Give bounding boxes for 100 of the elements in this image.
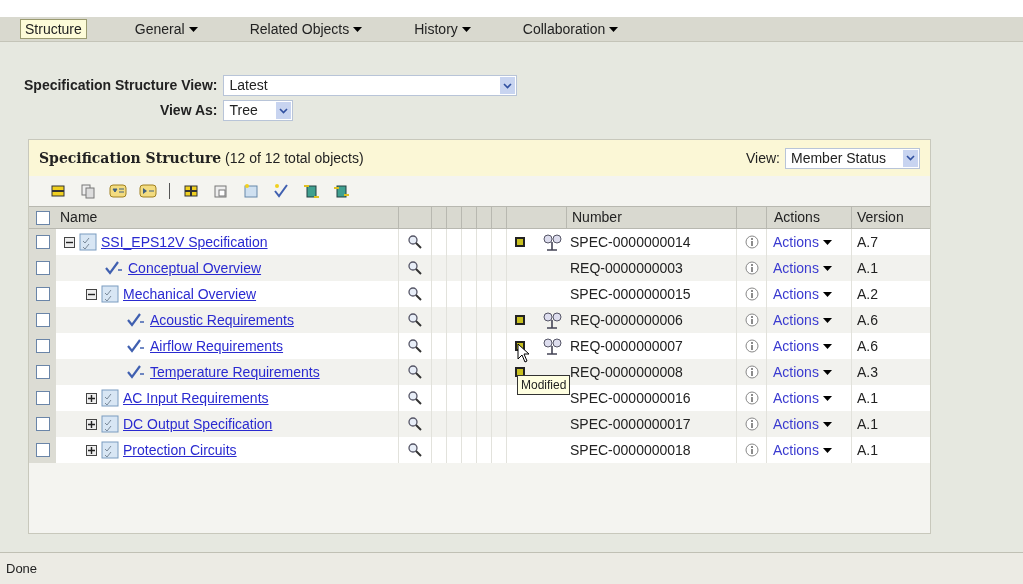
caret-icon: [822, 421, 832, 427]
checkbox[interactable]: [35, 210, 50, 225]
arrows-icon[interactable]: [332, 183, 350, 199]
checkmark-icon: [126, 365, 146, 379]
number-cell-text: SPEC-0000000017: [569, 414, 692, 434]
checkbox[interactable]: [35, 261, 50, 275]
item-link[interactable]: Acoustic Requirements: [150, 309, 294, 331]
caret-icon: [353, 26, 363, 32]
tooltip: Modified: [517, 375, 571, 395]
actions-menu[interactable]: Actions: [766, 437, 851, 463]
collapse-icon[interactable]: [49, 183, 67, 199]
item-link[interactable]: Temperature Requirements: [150, 361, 320, 383]
column-header: Version: [851, 207, 929, 228]
caret-icon: [822, 343, 832, 349]
checkmark-icon[interactable]: [272, 183, 290, 199]
info-icon[interactable]: [744, 261, 759, 275]
member-status-select[interactable]: Member Status: [785, 147, 920, 169]
magnifier-icon[interactable]: [407, 312, 423, 328]
number-cell-text: SPEC-0000000015: [569, 284, 692, 304]
number-cell-text: REQ-0000000006: [569, 310, 684, 330]
column-header: Actions: [766, 207, 851, 228]
item-link[interactable]: SSI_EPS12V Specification: [101, 231, 268, 253]
paste-icon[interactable]: [212, 183, 230, 199]
number-cell-text: REQ-0000000008: [569, 362, 684, 382]
magnifier-icon[interactable]: [407, 286, 423, 302]
magnifier-icon[interactable]: [407, 260, 423, 276]
info-icon[interactable]: [744, 235, 759, 249]
magnifier-icon[interactable]: [407, 364, 423, 380]
column-header: Number: [566, 207, 736, 228]
caret-icon: [822, 239, 832, 245]
magnifier-icon[interactable]: [407, 442, 423, 458]
panel-title: Specification Structure (12 of 12 total objects): [39, 148, 364, 168]
tree-icon[interactable]: [541, 310, 565, 330]
magnifier-icon[interactable]: [407, 390, 423, 406]
number-cell-text: SPEC-0000000014: [569, 232, 692, 252]
magnifier-icon[interactable]: [407, 416, 423, 432]
collapse-icon[interactable]: [64, 236, 75, 248]
view-as-select[interactable]: Tree: [223, 100, 294, 121]
version-cell: A.1: [851, 437, 929, 463]
tree-icon[interactable]: [541, 232, 565, 252]
document-icon: [101, 441, 119, 459]
checkbox[interactable]: [35, 365, 50, 379]
checkbox[interactable]: [35, 287, 50, 301]
document-icon: [79, 233, 97, 251]
info-icon[interactable]: [744, 391, 759, 405]
expand-icon[interactable]: [86, 444, 97, 456]
view-select[interactable]: Latest: [223, 75, 518, 96]
item-link[interactable]: AC Input Requirements: [123, 387, 269, 409]
status-text: Done: [6, 559, 38, 578]
number-cell-text: SPEC-0000000016: [569, 388, 692, 408]
arrows-icon[interactable]: [302, 183, 320, 199]
number-cell-text: REQ-0000000003: [569, 258, 684, 278]
item-link[interactable]: Protection Circuits: [123, 439, 237, 461]
checkmark-icon: [104, 261, 124, 275]
menu-item[interactable]: Structure: [20, 19, 87, 39]
item-link[interactable]: DC Output Specification: [123, 413, 273, 435]
modified-status-icon: [515, 315, 525, 325]
info-icon[interactable]: [744, 365, 759, 379]
checkmark-icon: [126, 313, 146, 327]
checkbox[interactable]: [35, 339, 50, 353]
info-icon[interactable]: [744, 287, 759, 301]
document-icon: [101, 389, 119, 407]
caret-icon: [822, 447, 832, 453]
info-icon[interactable]: [744, 339, 759, 353]
item-link[interactable]: Mechanical Overview: [123, 283, 257, 305]
checkbox[interactable]: [35, 313, 50, 327]
magnifier-icon[interactable]: [407, 234, 423, 250]
field-label: View As:: [158, 101, 218, 120]
list-icon[interactable]: [109, 183, 127, 199]
checkbox[interactable]: [35, 417, 50, 431]
item-link[interactable]: Conceptual Overview: [128, 257, 262, 279]
info-icon[interactable]: [744, 417, 759, 431]
copy-icon[interactable]: [79, 183, 97, 199]
magnifier-icon[interactable]: [407, 338, 423, 354]
caret-icon: [822, 291, 832, 297]
column-header: Name: [59, 208, 99, 227]
expand-icon[interactable]: [86, 418, 97, 430]
plus-icon[interactable]: [182, 183, 200, 199]
document-icon: [101, 285, 119, 303]
caret-icon: [188, 26, 198, 32]
caret-icon: [822, 317, 832, 323]
document-icon: [101, 415, 119, 433]
expand-icon[interactable]: [86, 392, 97, 404]
collapse-icon[interactable]: [86, 288, 97, 300]
checkmark-icon: [126, 339, 146, 353]
item-link[interactable]: Airflow Requirements: [150, 335, 284, 357]
view-label: View:: [746, 148, 780, 168]
info-icon[interactable]: [744, 443, 759, 457]
menu-item[interactable]: Collaboration: [518, 19, 623, 39]
menu-item[interactable]: General: [130, 19, 202, 39]
menu-item[interactable]: Related Objects: [245, 19, 367, 39]
caret-icon: [822, 369, 832, 375]
play-list-icon[interactable]: [139, 183, 157, 199]
checkbox[interactable]: [35, 391, 50, 405]
menu-item[interactable]: History: [410, 19, 475, 39]
checkbox[interactable]: [35, 443, 50, 457]
checkbox[interactable]: [35, 235, 50, 249]
caret-icon: [822, 265, 832, 271]
info-icon[interactable]: [744, 313, 759, 327]
tree-icon[interactable]: [541, 336, 565, 356]
